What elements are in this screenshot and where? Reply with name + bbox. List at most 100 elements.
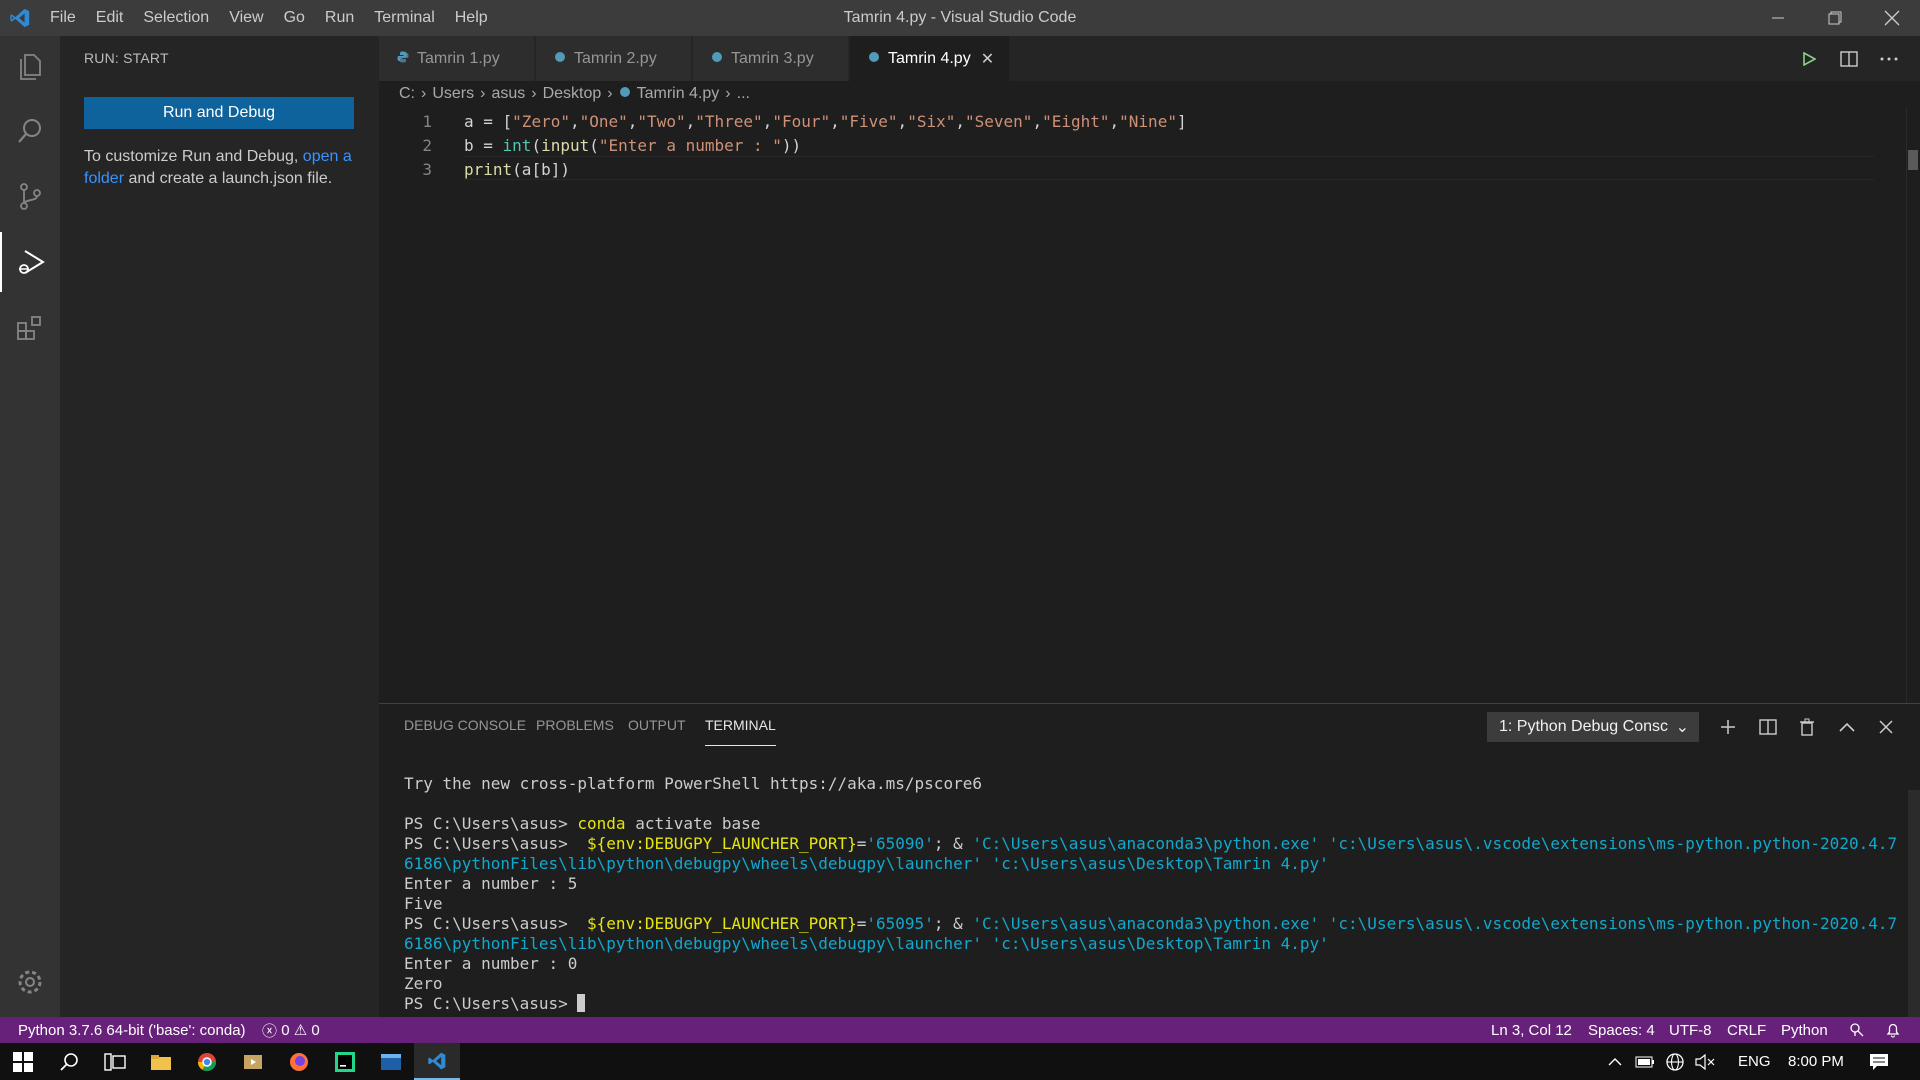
- line-number: 2: [422, 135, 432, 155]
- breadcrumb-item[interactable]: Tamrin 4.py: [637, 85, 720, 103]
- more-actions-icon[interactable]: [1869, 36, 1909, 81]
- tab-output[interactable]: OUTPUT: [628, 704, 686, 746]
- run-debug-icon[interactable]: [0, 232, 60, 292]
- volume-muted-icon[interactable]: [1690, 1043, 1720, 1080]
- code-line-3[interactable]: 3 print(a[b]): [379, 157, 1779, 181]
- restore-button[interactable]: [1806, 0, 1863, 36]
- terminal-line: Five: [404, 894, 443, 913]
- code-line-1[interactable]: 1 a = ["Zero","One","Two","Three","Four"…: [379, 109, 1779, 133]
- code-line-2[interactable]: 2 b = int(input("Enter a number : ")): [379, 133, 1779, 157]
- python-file-icon: [711, 50, 723, 68]
- breadcrumb-item[interactable]: Users: [432, 85, 474, 103]
- terminal-scrollbar[interactable]: [1908, 790, 1920, 1018]
- menu-run[interactable]: Run: [315, 0, 364, 36]
- menu-go[interactable]: Go: [274, 0, 315, 36]
- error-icon: ⓧ: [262, 1022, 278, 1040]
- menu-view[interactable]: View: [219, 0, 273, 36]
- menu-file[interactable]: File: [40, 0, 86, 36]
- language-mode-status[interactable]: Python: [1781, 1017, 1828, 1043]
- tab-terminal[interactable]: TERMINAL: [705, 704, 776, 746]
- chevron-up-icon[interactable]: [1600, 1043, 1630, 1080]
- new-terminal-icon[interactable]: [1711, 710, 1745, 744]
- search-icon[interactable]: [46, 1043, 92, 1080]
- breadcrumb-item[interactable]: ...: [737, 85, 750, 103]
- search-icon[interactable]: [0, 101, 60, 161]
- python-interpreter-status[interactable]: Python 3.7.6 64-bit ('base': conda): [18, 1017, 246, 1043]
- editor-scrollbar[interactable]: [1906, 107, 1920, 703]
- run-and-debug-button[interactable]: Run and Debug: [84, 97, 354, 129]
- bottom-panel: DEBUG CONSOLE PROBLEMS OUTPUT TERMINAL 1…: [379, 703, 1920, 1018]
- maximize-panel-icon[interactable]: [1830, 710, 1864, 744]
- terminal-select-dropdown[interactable]: 1: Python Debug Consc ⌄: [1487, 712, 1699, 742]
- minimize-button[interactable]: [1749, 0, 1806, 36]
- terminal-line: Enter a number : 0: [404, 954, 578, 973]
- pycharm-icon[interactable]: [322, 1043, 368, 1080]
- vscode-logo-icon: [0, 0, 40, 36]
- code-editor[interactable]: 1 a = ["Zero","One","Two","Three","Four"…: [379, 107, 1920, 703]
- windows-start-icon[interactable]: [0, 1043, 46, 1080]
- close-window-button[interactable]: [1863, 0, 1920, 36]
- trash-icon[interactable]: [1790, 710, 1824, 744]
- terminal-line: PS C:\Users\asus>: [404, 994, 1904, 1014]
- tab-tamrin-3[interactable]: Tamrin 3.py: [693, 36, 849, 81]
- extensions-icon[interactable]: [0, 298, 60, 358]
- task-view-icon[interactable]: [92, 1043, 138, 1080]
- python-file-icon: [868, 50, 880, 68]
- windows-taskbar: ENG 8:00 PM: [0, 1043, 1920, 1080]
- settings-gear-icon[interactable]: [0, 952, 60, 1012]
- terminal-select-value: 1: Python Debug Consc: [1499, 718, 1668, 735]
- tab-label: Tamrin 4.py: [888, 49, 971, 67]
- run-file-icon[interactable]: [1789, 36, 1829, 81]
- close-tab-icon[interactable]: ✕: [981, 49, 994, 69]
- terminal-line: PS C:\Users\asus> conda activate base: [404, 814, 761, 833]
- problems-status[interactable]: ⓧ 0 ⚠ 0: [262, 1017, 320, 1043]
- chevron-down-icon: ⌄: [1675, 719, 1689, 736]
- action-center-icon[interactable]: [1856, 1043, 1902, 1080]
- tab-problems[interactable]: PROBLEMS: [536, 704, 614, 746]
- chrome-icon[interactable]: [184, 1043, 230, 1080]
- source-control-icon[interactable]: [0, 166, 60, 226]
- cursor-position-status[interactable]: Ln 3, Col 12: [1491, 1017, 1572, 1043]
- activity-bar: [0, 36, 60, 1017]
- menu-help[interactable]: Help: [445, 0, 498, 36]
- terminal-line: 6186\pythonFiles\lib\python\debugpy\whee…: [404, 854, 1329, 873]
- battery-icon[interactable]: [1630, 1043, 1660, 1080]
- tab-tamrin-2[interactable]: Tamrin 2.py: [536, 36, 692, 81]
- split-editor-icon[interactable]: [1829, 36, 1869, 81]
- breadcrumb-item[interactable]: Desktop: [543, 85, 602, 103]
- explorer-icon[interactable]: [0, 36, 60, 96]
- tab-debug-console[interactable]: DEBUG CONSOLE: [404, 704, 526, 746]
- close-panel-icon[interactable]: [1869, 710, 1903, 744]
- tab-label: Tamrin 1.py: [417, 49, 500, 67]
- network-globe-icon[interactable]: [1660, 1043, 1690, 1080]
- menu-selection[interactable]: Selection: [133, 0, 219, 36]
- breadcrumb: C: › Users › asus › Desktop › Tamrin 4.py › .…: [379, 81, 1920, 107]
- feedback-icon[interactable]: [1849, 1017, 1865, 1043]
- media-player-icon[interactable]: [230, 1043, 276, 1080]
- menu-terminal[interactable]: Terminal: [364, 0, 444, 36]
- firefox-icon[interactable]: [276, 1043, 322, 1080]
- app-window-icon[interactable]: [368, 1043, 414, 1080]
- tab-tamrin-4[interactable]: Tamrin 4.py ✕: [850, 36, 1010, 81]
- tab-label: Tamrin 2.py: [574, 49, 657, 67]
- editor-tab-bar: Tamrin 1.py Tamrin 2.py Tamrin 3.py Tamr…: [379, 36, 1920, 81]
- sidebar-title: RUN: START: [84, 50, 169, 66]
- eol-status[interactable]: CRLF: [1727, 1017, 1766, 1043]
- file-explorer-icon[interactable]: [138, 1043, 184, 1080]
- terminal-output[interactable]: Try the new cross-platform PowerShell ht…: [404, 774, 1904, 1014]
- chevron-right-icon: ›: [607, 85, 613, 102]
- indentation-status[interactable]: Spaces: 4: [1588, 1017, 1655, 1043]
- notifications-bell-icon[interactable]: [1885, 1017, 1901, 1043]
- breadcrumb-item[interactable]: C:: [399, 85, 415, 103]
- input-language[interactable]: ENG: [1738, 1043, 1771, 1080]
- chevron-right-icon: ›: [480, 85, 486, 102]
- clock[interactable]: 8:00 PM: [1788, 1043, 1844, 1080]
- code-text: print(a[b]): [464, 159, 570, 179]
- tab-tamrin-1[interactable]: Tamrin 1.py: [379, 36, 535, 81]
- encoding-status[interactable]: UTF-8: [1669, 1017, 1712, 1043]
- split-terminal-icon[interactable]: [1751, 710, 1785, 744]
- breadcrumb-item[interactable]: asus: [491, 85, 525, 103]
- menu-edit[interactable]: Edit: [86, 0, 134, 36]
- scrollbar-thumb[interactable]: [1908, 150, 1918, 170]
- vscode-taskbar-icon[interactable]: [414, 1043, 460, 1080]
